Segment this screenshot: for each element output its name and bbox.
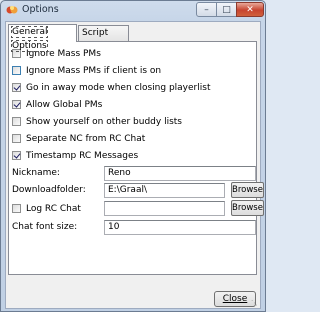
close-button-label: Close xyxy=(222,294,248,304)
timestamp-rc-checkbox[interactable]: Timestamp RC Messages xyxy=(12,149,138,162)
checkbox-label: Ignore Mass PMs if client is on xyxy=(26,65,162,76)
checkbox-label: Log RC Chat xyxy=(26,203,81,214)
checkbox-label: Separate NC from RC Chat xyxy=(26,133,146,144)
show-on-buddy-lists-checkbox[interactable]: Show yourself on other buddy lists xyxy=(12,115,182,128)
chat-font-size-label: Chat font size: xyxy=(12,222,78,232)
allow-global-pms-checkbox[interactable]: Allow Global PMs xyxy=(12,98,102,111)
chat-font-size-input[interactable]: 10 xyxy=(104,220,256,235)
maximize-icon: □ xyxy=(222,4,231,15)
checkbox-box[interactable] xyxy=(12,151,21,160)
log-rc-chat-browse-button[interactable]: Browse xyxy=(231,200,264,216)
checkbox-box[interactable] xyxy=(12,204,21,213)
maximize-button[interactable]: □ xyxy=(216,2,237,17)
close-button[interactable]: Close xyxy=(214,291,256,307)
away-mode-checkbox[interactable]: Go in away mode when closing playerlist xyxy=(12,81,210,94)
checkbox-box[interactable] xyxy=(12,100,21,109)
tab-label: General Options xyxy=(10,26,49,52)
app-icon xyxy=(6,6,18,14)
general-options-panel: Ignore Mass PMs Ignore Mass PMs if clien… xyxy=(8,41,264,275)
close-icon: ✕ xyxy=(246,4,254,15)
downloadfolder-label: Downloadfolder: xyxy=(12,185,86,195)
separate-nc-checkbox[interactable]: Separate NC from RC Chat xyxy=(12,132,145,145)
minimize-button[interactable]: – xyxy=(196,2,217,17)
options-window: Options – □ ✕ General Options Script Sty… xyxy=(0,0,266,312)
nickname-input[interactable]: Reno xyxy=(104,166,256,181)
checkbox-box[interactable] xyxy=(12,66,21,75)
dialog-body: General Options Script Style Ignore Mass… xyxy=(5,21,264,309)
resize-grip-icon[interactable]: ⋱ xyxy=(251,299,259,307)
downloadfolder-browse-button[interactable]: Browse xyxy=(231,182,264,198)
checkbox-box[interactable] xyxy=(12,83,21,92)
checkbox-label: Go in away mode when closing playerlist xyxy=(26,82,211,93)
window-title: Options xyxy=(22,4,59,15)
log-rc-chat-path-input[interactable] xyxy=(104,201,225,216)
nickname-label: Nickname: xyxy=(12,168,60,178)
tab-script-style[interactable]: Script Style xyxy=(78,25,129,52)
ignore-mass-pms-client-on-checkbox[interactable]: Ignore Mass PMs if client is on xyxy=(12,64,161,77)
checkbox-label: Allow Global PMs xyxy=(26,99,103,110)
title-bar[interactable]: Options – □ ✕ xyxy=(1,1,265,21)
downloadfolder-input[interactable]: E:\Graal\ xyxy=(104,183,225,198)
window-close-button[interactable]: ✕ xyxy=(236,2,264,17)
checkbox-box[interactable] xyxy=(12,134,21,143)
minimize-icon: – xyxy=(204,4,209,15)
checkbox-label: Timestamp RC Messages xyxy=(26,150,139,161)
checkbox-box[interactable] xyxy=(12,117,21,126)
tab-general-options[interactable]: General Options xyxy=(8,24,77,52)
checkbox-label: Show yourself on other buddy lists xyxy=(26,116,182,127)
log-rc-chat-checkbox[interactable]: Log RC Chat xyxy=(12,202,81,215)
